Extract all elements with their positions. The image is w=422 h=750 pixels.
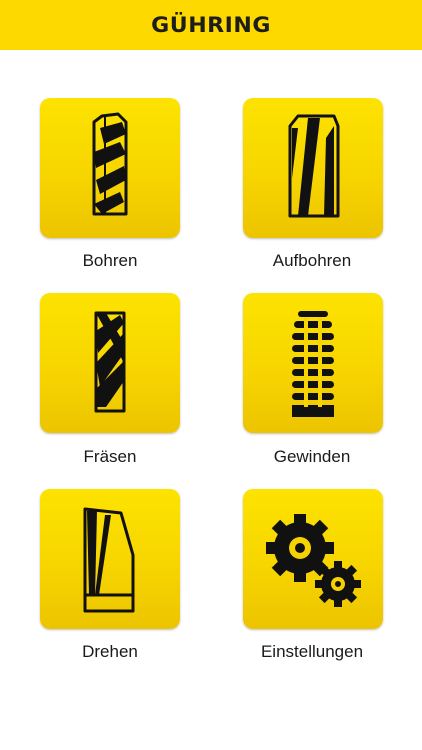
end-mill-icon (94, 311, 126, 413)
menu-tile-bohren[interactable] (40, 98, 180, 238)
menu-label-einstellungen: Einstellungen (260, 642, 364, 661)
menu-tile-gewinden[interactable] (243, 293, 383, 433)
turning-insert-icon (83, 507, 135, 613)
menu-label-aufbohren: Aufbohren (272, 251, 352, 270)
menu-label-bohren: Bohren (82, 251, 138, 270)
menu-tile-einstellungen[interactable] (243, 489, 383, 629)
gears-icon (266, 514, 361, 607)
menu-label-drehen: Drehen (82, 642, 138, 661)
tap-icon (292, 311, 334, 417)
menu-label-fraesen: Fräsen (83, 447, 137, 466)
menu-tile-fraesen[interactable] (40, 293, 180, 433)
drill-icon (92, 112, 128, 216)
brand-logo: GÜHRING (151, 13, 271, 37)
menu-tile-drehen[interactable] (40, 489, 180, 629)
menu-tile-aufbohren[interactable] (243, 98, 383, 238)
menu-label-gewinden: Gewinden (273, 447, 351, 466)
reamer-icon (288, 114, 340, 218)
app-header: GÜHRING (0, 0, 422, 50)
